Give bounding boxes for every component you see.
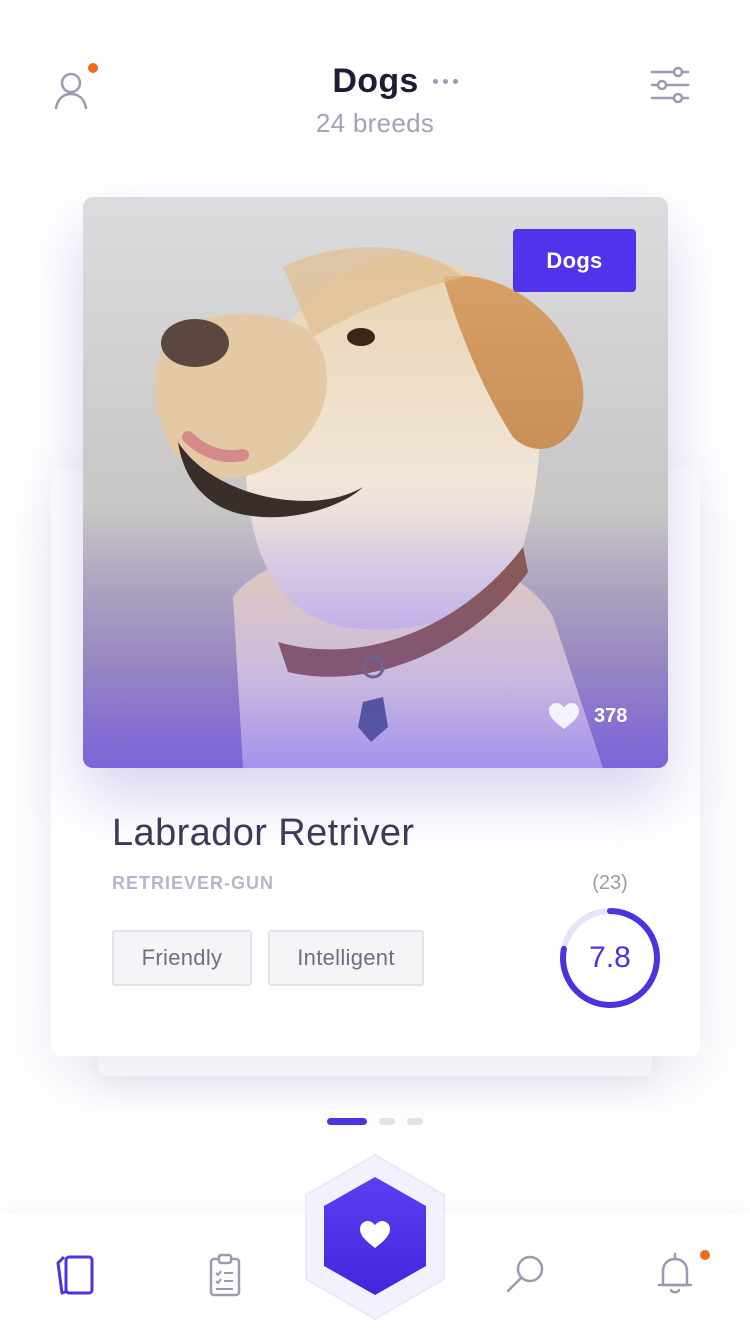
pager-dot[interactable] xyxy=(407,1118,423,1125)
more-dots-icon[interactable] xyxy=(432,79,458,84)
search-icon xyxy=(506,1255,544,1293)
pager-dot[interactable] xyxy=(379,1118,395,1125)
rating-value: 7.8 xyxy=(589,941,631,974)
filter-button[interactable] xyxy=(648,64,692,108)
checklist-icon xyxy=(209,1253,241,1297)
bell-icon xyxy=(657,1252,693,1294)
pager-dot-active[interactable] xyxy=(327,1118,367,1125)
tab-search[interactable] xyxy=(502,1251,550,1299)
likes[interactable]: 378 xyxy=(548,700,627,732)
cards-icon xyxy=(56,1255,94,1295)
rating-votes: (23) xyxy=(592,872,628,894)
tag-friendly[interactable]: Friendly xyxy=(112,930,252,986)
header: Dogs 24 breeds xyxy=(0,0,750,170)
tag-intelligent[interactable]: Intelligent xyxy=(268,930,424,986)
page-subtitle: 24 breeds xyxy=(315,108,435,138)
breed-group: RETRIEVER-GUN xyxy=(112,873,275,893)
favorite-button[interactable] xyxy=(302,1153,448,1321)
heart-icon xyxy=(549,703,579,729)
tab-cards[interactable] xyxy=(52,1251,100,1299)
page-title: Dogs xyxy=(332,62,419,100)
pager xyxy=(327,1118,423,1125)
tab-notifications[interactable] xyxy=(651,1249,699,1297)
category-badge[interactable]: Dogs xyxy=(513,229,636,292)
notification-dot xyxy=(700,1250,710,1260)
sliders-icon xyxy=(650,66,690,104)
breed-name: Labrador Retriver xyxy=(112,812,415,854)
likes-count: 378 xyxy=(594,704,628,727)
tab-checklist[interactable] xyxy=(201,1251,249,1299)
